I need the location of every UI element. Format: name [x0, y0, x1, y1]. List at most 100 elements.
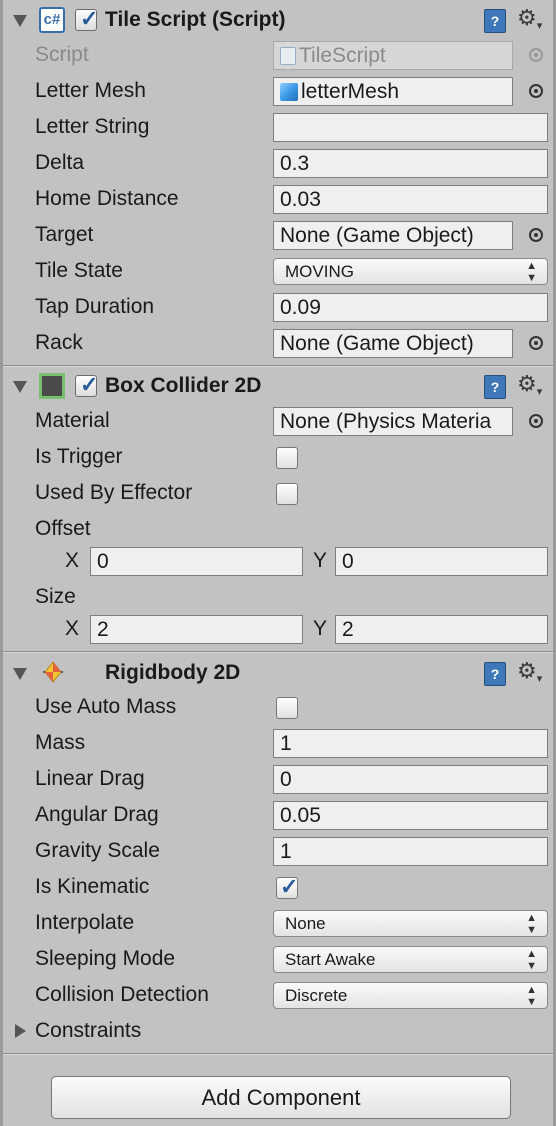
- angular-drag-input[interactable]: 0.05: [273, 801, 548, 830]
- dropdown-arrows-icon: ▲ ▼: [526, 984, 537, 1008]
- offset-y-label: Y: [313, 549, 328, 572]
- gear-icon[interactable]: ⚙▾: [517, 5, 542, 39]
- material-field[interactable]: None (Physics Materia: [273, 407, 513, 436]
- gravity-scale-input[interactable]: 1: [273, 837, 548, 866]
- home-distance-row: Home Distance 0.03: [3, 181, 553, 217]
- constraints-row[interactable]: Constraints: [3, 1013, 553, 1049]
- script-field: TileScript: [273, 41, 513, 70]
- script-label: Script: [35, 43, 89, 66]
- material-label: Material: [35, 409, 110, 432]
- sleeping-mode-label: Sleeping Mode: [35, 947, 176, 970]
- interpolate-dropdown[interactable]: None ▲ ▼: [273, 910, 548, 937]
- rack-label: Rack: [35, 331, 83, 354]
- collision-detection-label: Collision Detection: [35, 983, 209, 1006]
- box-collider-enable-checkbox[interactable]: ✓: [75, 372, 99, 397]
- used-by-effector-checkbox[interactable]: [276, 483, 298, 505]
- is-kinematic-checkbox[interactable]: ✓: [276, 874, 299, 899]
- collision-detection-row: Collision Detection Discrete ▲ ▼: [3, 977, 553, 1013]
- rigidbody-icon: [43, 661, 63, 683]
- constraints-label[interactable]: Constraints: [35, 1018, 141, 1044]
- tile-state-row: Tile State MOVING ▲ ▼: [3, 253, 553, 289]
- used-by-effector-label: Used By Effector: [35, 481, 193, 504]
- tile-script-header[interactable]: c# ✓ Tile Script (Script) ? ⚙▾: [3, 2, 553, 38]
- dropdown-arrows-icon: ▲ ▼: [526, 948, 537, 972]
- object-picker-icon[interactable]: [529, 84, 543, 98]
- is-trigger-row: Is Trigger: [3, 439, 553, 475]
- linear-drag-row: Linear Drag 0: [3, 761, 553, 797]
- gear-icon[interactable]: ⚙▾: [517, 658, 542, 692]
- linear-drag-label: Linear Drag: [35, 767, 145, 790]
- offset-x-input[interactable]: 0: [90, 547, 303, 576]
- is-trigger-label: Is Trigger: [35, 445, 123, 468]
- foldout-open-icon[interactable]: [13, 668, 27, 680]
- delta-row: Delta 0.3: [3, 145, 553, 181]
- checkmark-icon: ✓: [280, 874, 299, 899]
- gravity-scale-row: Gravity Scale 1: [3, 833, 553, 869]
- component-divider-highlight: [3, 1054, 553, 1055]
- target-row: Target None (Game Object): [3, 217, 553, 253]
- help-book-icon[interactable]: ?: [484, 375, 506, 399]
- tap-duration-label: Tap Duration: [35, 295, 155, 318]
- collision-detection-value: Discrete: [285, 986, 348, 1005]
- script-file-icon: [280, 47, 296, 65]
- sleeping-mode-dropdown[interactable]: Start Awake ▲ ▼: [273, 946, 548, 973]
- linear-drag-input[interactable]: 0: [273, 765, 548, 794]
- object-picker-icon[interactable]: [529, 336, 543, 350]
- box-collider-icon: [39, 373, 65, 399]
- target-field[interactable]: None (Game Object): [273, 221, 513, 250]
- angular-drag-label: Angular Drag: [35, 803, 159, 826]
- tap-duration-input[interactable]: 0.09: [273, 293, 548, 322]
- help-book-icon[interactable]: ?: [484, 662, 506, 686]
- size-label-row: Size: [3, 579, 553, 615]
- size-y-label: Y: [313, 617, 328, 640]
- rigidbody-title: Rigidbody 2D: [105, 661, 241, 684]
- script-row: Script TileScript: [3, 37, 553, 73]
- use-auto-mass-label: Use Auto Mass: [35, 695, 177, 718]
- sleeping-mode-row: Sleeping Mode Start Awake ▲ ▼: [3, 941, 553, 977]
- letter-mesh-field[interactable]: letterMesh: [273, 77, 513, 106]
- used-by-effector-row: Used By Effector: [3, 475, 553, 511]
- size-x-input[interactable]: 2: [90, 615, 303, 644]
- delta-label: Delta: [35, 151, 85, 174]
- foldout-open-icon[interactable]: [13, 15, 27, 27]
- interpolate-row: Interpolate None ▲ ▼: [3, 905, 553, 941]
- home-distance-input[interactable]: 0.03: [273, 185, 548, 214]
- offset-x-label: X: [65, 549, 80, 572]
- add-component-button[interactable]: Add Component: [51, 1076, 511, 1119]
- tile-script-enable-checkbox[interactable]: ✓: [75, 7, 98, 31]
- foldout-open-icon[interactable]: [13, 381, 27, 393]
- checkmark-icon: ✓: [80, 372, 99, 397]
- collision-detection-dropdown[interactable]: Discrete ▲ ▼: [273, 982, 548, 1009]
- object-picker-icon[interactable]: [529, 228, 543, 242]
- tap-duration-row: Tap Duration 0.09: [3, 289, 553, 325]
- interpolate-label: Interpolate: [35, 911, 135, 934]
- object-picker-icon: [529, 48, 543, 62]
- size-y-input[interactable]: 2: [335, 615, 548, 644]
- mass-label: Mass: [35, 731, 86, 754]
- letter-mesh-label: Letter Mesh: [35, 79, 146, 102]
- offset-label-row: Offset: [3, 511, 553, 547]
- letter-string-input[interactable]: [273, 113, 548, 142]
- is-kinematic-row: Is Kinematic ✓: [3, 869, 553, 905]
- help-book-icon[interactable]: ?: [484, 9, 506, 33]
- object-picker-icon[interactable]: [529, 414, 543, 428]
- offset-y-input[interactable]: 0: [335, 547, 548, 576]
- delta-input[interactable]: 0.3: [273, 149, 548, 178]
- gear-icon[interactable]: ⚙▾: [517, 371, 542, 405]
- letter-mesh-row: Letter Mesh letterMesh: [3, 73, 553, 109]
- foldout-closed-icon[interactable]: [15, 1024, 26, 1038]
- offset-values-row: X 0 Y 0: [3, 543, 553, 579]
- mass-input[interactable]: 1: [273, 729, 548, 758]
- target-label: Target: [35, 223, 94, 246]
- is-trigger-checkbox[interactable]: [276, 447, 298, 469]
- box-collider-title: Box Collider 2D: [105, 374, 262, 397]
- rigidbody-header[interactable]: Rigidbody 2D ? ⚙▾: [3, 655, 553, 691]
- tile-state-value: MOVING: [285, 262, 354, 281]
- angular-drag-row: Angular Drag 0.05: [3, 797, 553, 833]
- rack-field[interactable]: None (Game Object): [273, 329, 513, 358]
- inspector-panel: c# ✓ Tile Script (Script) ? ⚙▾ Script Ti…: [0, 0, 556, 1126]
- tile-state-dropdown[interactable]: MOVING ▲ ▼: [273, 258, 548, 285]
- use-auto-mass-checkbox[interactable]: [276, 697, 298, 719]
- is-kinematic-label: Is Kinematic: [35, 875, 150, 898]
- box-collider-header[interactable]: ✓ Box Collider 2D ? ⚙▾: [3, 368, 553, 404]
